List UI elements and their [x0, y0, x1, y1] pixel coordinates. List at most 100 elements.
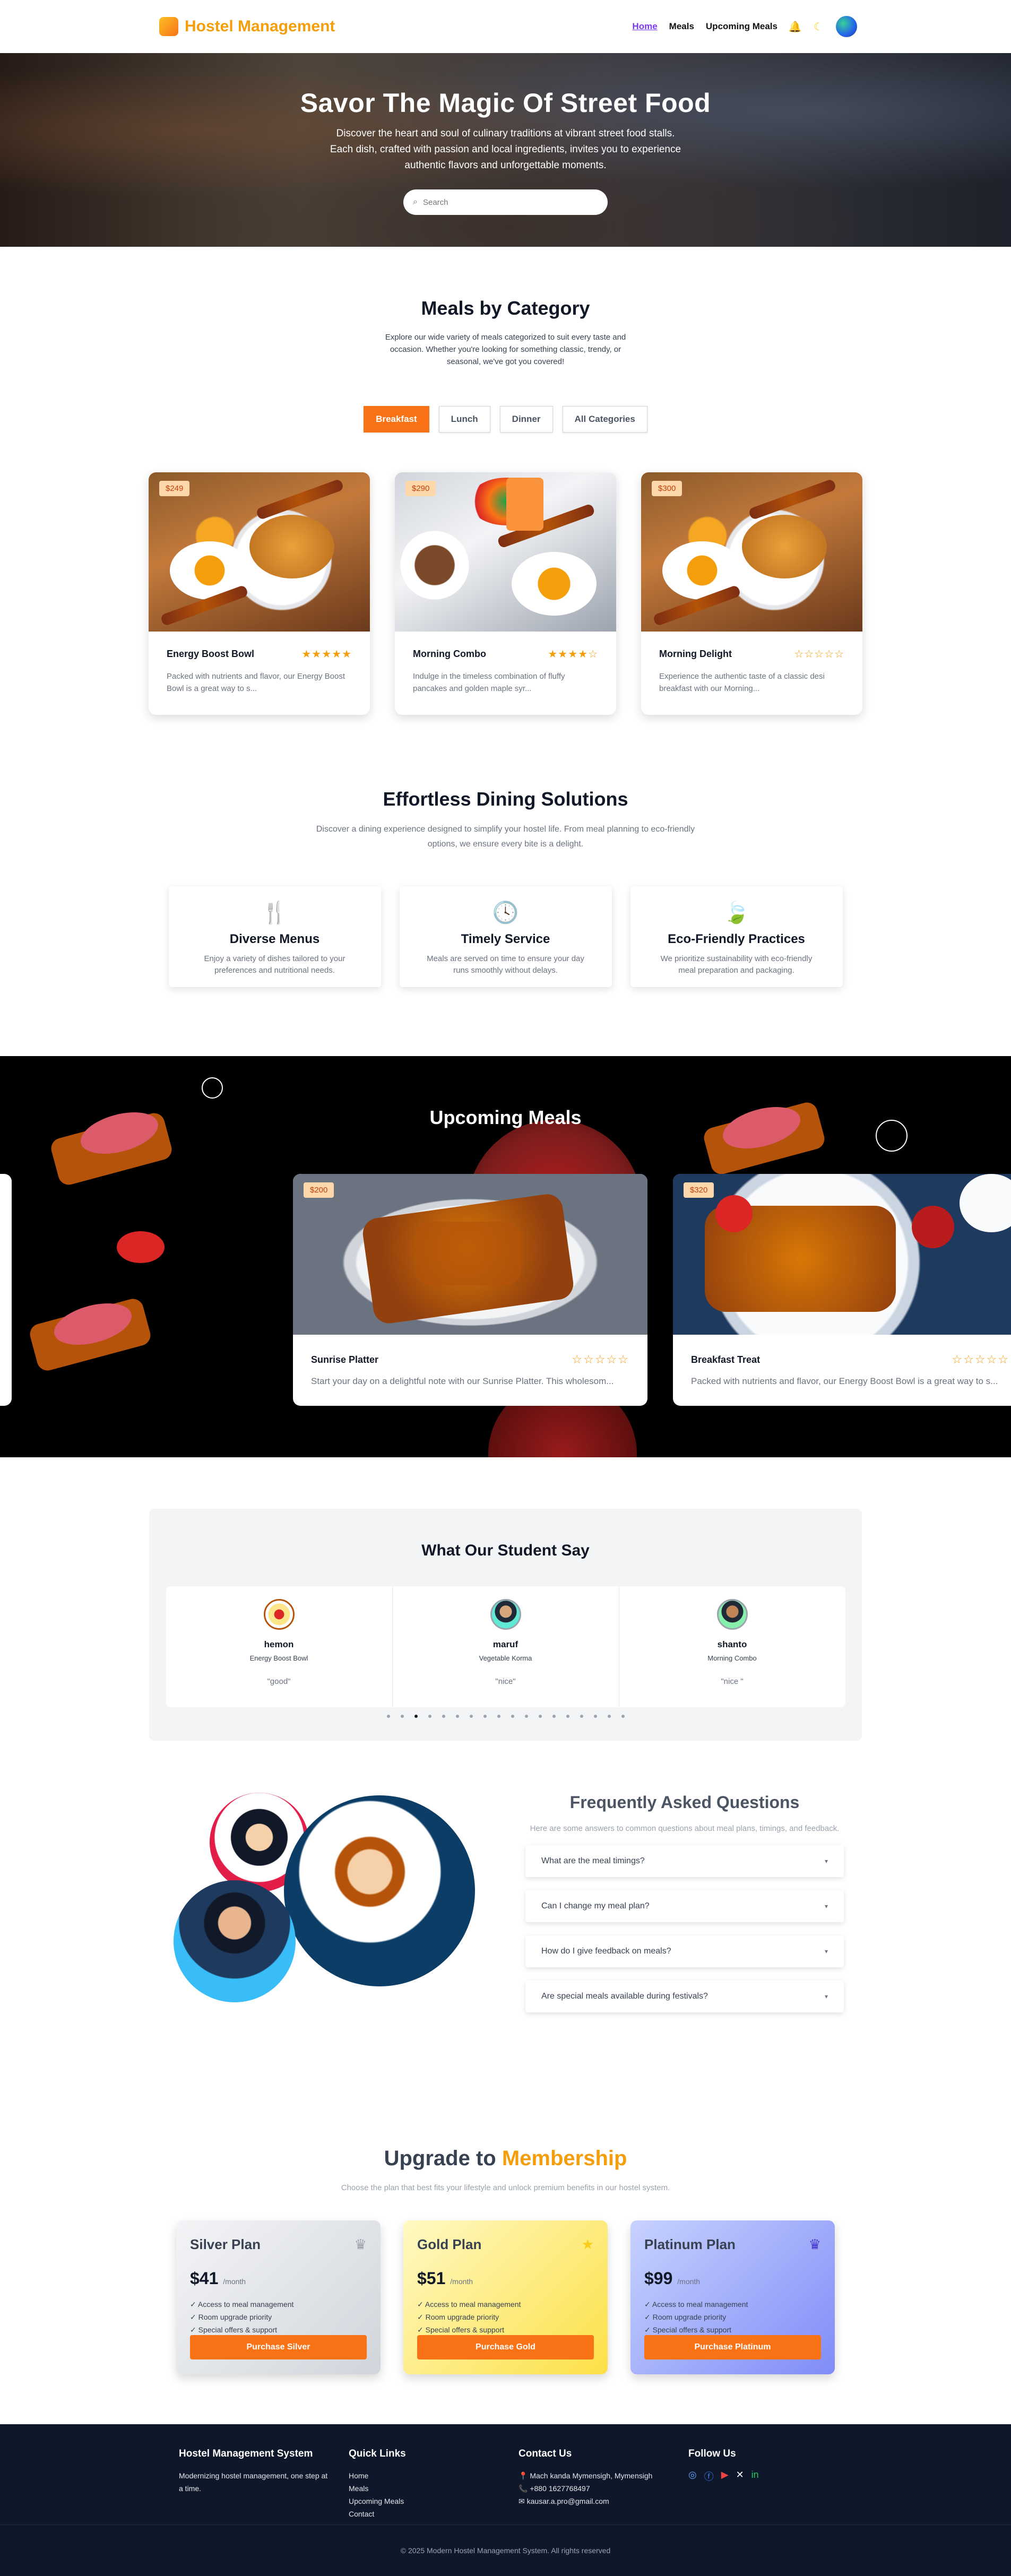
purchase-silver-button[interactable]: Purchase Silver: [190, 2335, 367, 2359]
footer-about: Hostel Management System Modernizing hos…: [179, 2448, 349, 2520]
review-text: "nice": [495, 1677, 516, 1686]
carousel-dot[interactable]: [607, 1715, 611, 1718]
avatar: [716, 1599, 748, 1630]
feature-title: Eco-Friendly Practices: [668, 932, 805, 946]
moon-icon[interactable]: ☾: [813, 21, 824, 33]
brand[interactable]: Hostel Management: [159, 17, 335, 36]
carousel-dots: [149, 1715, 862, 1718]
carousel-dot[interactable]: [511, 1715, 514, 1718]
footer-link-home[interactable]: Home: [349, 2469, 519, 2482]
carousel-dot[interactable]: [621, 1715, 625, 1718]
carousel-dot[interactable]: [414, 1715, 418, 1718]
purchase-gold-button[interactable]: Purchase Gold: [417, 2335, 594, 2359]
x-twitter-icon[interactable]: ✕: [736, 2469, 744, 2483]
search-input[interactable]: [422, 197, 598, 207]
utensils-icon: 🍴: [261, 901, 288, 924]
feature-description: We prioritize sustainability with eco-fr…: [660, 954, 813, 975]
rating-stars: ★★★★☆: [548, 649, 598, 660]
faq-question[interactable]: Can I change my meal plan? ▾: [525, 1890, 844, 1922]
feature-card: 🍃 Eco-Friendly Practices We prioritize s…: [630, 886, 843, 987]
meal-description: Experience the authentic taste of a clas…: [659, 672, 825, 693]
meal-cards: $249 Energy Boost Bowl ★★★★★ Packed with…: [0, 472, 1011, 715]
reviewed-meal: Vegetable Korma: [479, 1654, 532, 1662]
carousel-dot[interactable]: [538, 1715, 542, 1718]
meal-card[interactable]: $290 Morning Combo ★★★★☆ Indulge in the …: [395, 472, 616, 715]
meal-description: Packed with nutrients and flavor, our En…: [167, 672, 345, 693]
meals-by-category: Meals by Category Explore our wide varie…: [0, 247, 1011, 788]
nav-links: Home Meals Upcoming Meals 🔔 ☾: [632, 16, 857, 37]
web-icon[interactable]: ◎: [688, 2469, 697, 2483]
bell-icon[interactable]: 🔔: [789, 21, 802, 33]
plan-card-platinum: ♛ Platinum Plan $99 /month Access to mea…: [630, 2220, 835, 2374]
copyright: © 2025 Modern Hostel Management System. …: [0, 2525, 1011, 2555]
meal-card[interactable]: $249 Energy Boost Bowl ★★★★★ Packed with…: [149, 472, 370, 715]
phone-icon: 📞: [519, 2484, 528, 2493]
membership-section: Upgrade to Membership Choose the plan th…: [0, 2100, 1011, 2424]
meal-name: Morning Delight: [659, 649, 732, 659]
meal-name: Breakfast Treat: [691, 1354, 761, 1365]
chevron-down-icon: ▾: [824, 1857, 828, 1865]
brand-name: Hostel Management: [185, 18, 335, 35]
carousel-dot[interactable]: [580, 1715, 583, 1718]
faq-question[interactable]: How do I give feedback on meals? ▾: [525, 1935, 844, 1967]
category-subtitle: Explore our wide variety of meals catego…: [385, 333, 626, 366]
carousel-dot[interactable]: [524, 1715, 528, 1718]
tab-all-categories[interactable]: All Categories: [562, 406, 647, 433]
hero-description: Discover the heart and soul of culinary …: [330, 128, 681, 171]
tab-dinner[interactable]: Dinner: [499, 406, 553, 433]
faq-subtitle: Here are some answers to common question…: [530, 1824, 840, 1833]
price-badge: $200: [304, 1182, 334, 1198]
rating-stars: ☆☆☆☆☆: [572, 1353, 629, 1366]
phone-line: 📞 +880 1627768497: [519, 2484, 590, 2493]
carousel-dot[interactable]: [455, 1715, 459, 1718]
testimonial-slider[interactable]: hemon Energy Boost Bowl "good" maruf Veg…: [166, 1586, 845, 1707]
star-icon: ★: [581, 2236, 594, 2252]
footer-link-meals[interactable]: Meals: [349, 2482, 519, 2495]
youtube-icon[interactable]: ▶: [721, 2469, 729, 2483]
tab-lunch[interactable]: Lunch: [438, 406, 490, 433]
footer-link-upcoming-meals[interactable]: Upcoming Meals: [349, 2495, 519, 2508]
brand-logo-icon: [159, 17, 178, 36]
plan-name: Silver Plan: [190, 2236, 261, 2252]
crown-icon: ♛: [808, 2236, 821, 2252]
dining-title: Effortless Dining Solutions: [383, 788, 628, 810]
tab-breakfast[interactable]: Breakfast: [364, 406, 429, 433]
carousel-dot[interactable]: [400, 1715, 404, 1718]
feature-card: 🍴 Diverse Menus Enjoy a variety of dishe…: [168, 886, 381, 987]
footer-link-contact[interactable]: Contact: [349, 2508, 519, 2520]
purchase-platinum-button[interactable]: Purchase Platinum: [644, 2335, 821, 2359]
leaf-icon: 🍃: [723, 901, 750, 924]
faq-panel: Frequently Asked Questions Here are some…: [523, 1793, 846, 2012]
price-badge: $320: [684, 1182, 714, 1198]
carousel-dot[interactable]: [497, 1715, 500, 1718]
meal-card[interactable]: $300 Morning Delight ☆☆☆☆☆ Experience th…: [641, 472, 862, 715]
user-avatar[interactable]: [836, 16, 857, 37]
carousel-dot[interactable]: [593, 1715, 597, 1718]
carousel-dot[interactable]: [386, 1715, 390, 1718]
meal-name: Sunrise Platter: [311, 1354, 379, 1365]
search-bar[interactable]: ⌕: [403, 189, 608, 215]
carousel-dot[interactable]: [442, 1715, 445, 1718]
plan-features: Access to meal management Room upgrade p…: [644, 2298, 821, 2336]
faq-question[interactable]: Are special meals available during festi…: [525, 1981, 844, 2012]
upcoming-meal-card[interactable]: $200 Sunrise Platter ☆☆☆☆☆ Start your da…: [293, 1174, 647, 1406]
nav-link-meals[interactable]: Meals: [669, 21, 694, 32]
faq-question[interactable]: What are the meal timings? ▾: [525, 1845, 844, 1877]
rating-stars: ☆☆☆☆☆: [794, 649, 844, 660]
feature-cards: 🍴 Diverse Menus Enjoy a variety of dishe…: [0, 886, 1011, 987]
carousel-dot[interactable]: [552, 1715, 556, 1718]
plan-features: Access to meal management Room upgrade p…: [417, 2298, 594, 2336]
linkedin-icon[interactable]: in: [751, 2469, 759, 2483]
carousel-dot[interactable]: [469, 1715, 473, 1718]
nav-link-upcoming-meals[interactable]: Upcoming Meals: [706, 21, 777, 32]
facebook-icon[interactable]: ⓕ: [704, 2469, 714, 2483]
carousel-dot[interactable]: [483, 1715, 487, 1718]
carousel-dot[interactable]: [428, 1715, 431, 1718]
upcoming-meal-card[interactable]: $320 Breakfast Treat ☆☆☆☆☆ Packed with n…: [673, 1174, 1011, 1406]
upcoming-title: Upcoming Meals: [429, 1107, 582, 1128]
faq-title: Frequently Asked Questions: [569, 1793, 800, 1812]
nav-link-home[interactable]: Home: [632, 21, 657, 32]
social-links: ◎ ⓕ ▶ ✕ in: [688, 2469, 858, 2483]
previous-card-edge[interactable]: [0, 1174, 12, 1406]
carousel-dot[interactable]: [566, 1715, 569, 1718]
